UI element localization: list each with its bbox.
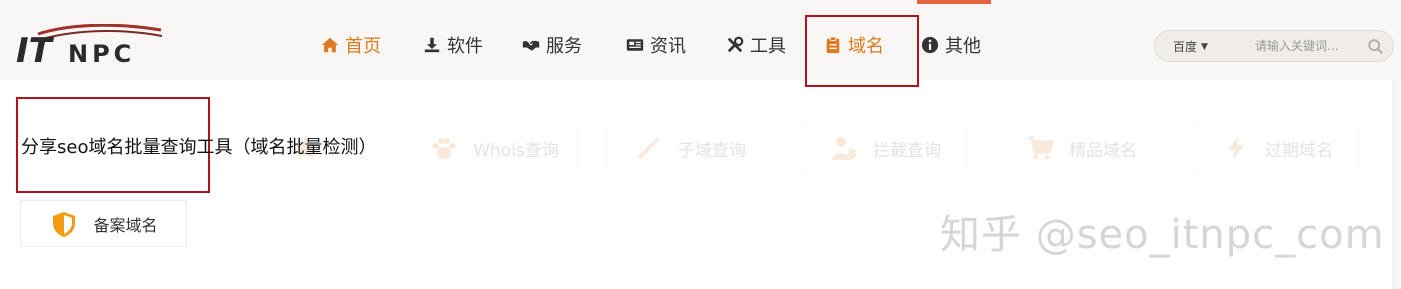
search-icon[interactable] — [1367, 38, 1385, 56]
handshake-icon — [522, 36, 540, 54]
nav-item-home[interactable]: 首页 — [321, 32, 381, 58]
tool-label-whois: Whois查询 — [473, 140, 559, 161]
newspaper-icon — [626, 36, 644, 54]
magic-wand-icon — [634, 133, 664, 163]
page-scrollbar[interactable] — [1392, 80, 1401, 289]
shield-icon — [49, 209, 79, 239]
tool-card-record-domain[interactable]: 备案域名 — [20, 200, 187, 247]
nav-item-software[interactable]: 软件 — [423, 32, 483, 58]
download-icon — [423, 36, 441, 54]
nav-item-services[interactable]: 服务 — [522, 32, 582, 58]
nav-item-other[interactable]: 其他 — [921, 32, 981, 58]
nav-label-news: 资讯 — [650, 36, 686, 57]
top-accent-bar — [917, 0, 991, 4]
nav-label-home: 首页 — [345, 36, 381, 57]
nav-label-services: 服务 — [546, 36, 582, 57]
chevron-down-icon: ▼ — [1201, 41, 1208, 52]
highlight-box-nav-domain — [805, 15, 919, 87]
logo-text-npc: NPC — [68, 40, 135, 68]
nav-label-tools: 工具 — [750, 36, 786, 57]
nav-item-tools[interactable]: 工具 — [726, 32, 786, 58]
nav-item-news[interactable]: 资讯 — [626, 32, 686, 58]
search-box: 百度 ▼ — [1154, 30, 1394, 62]
tool-card-whois[interactable]: Whois查询 — [411, 124, 577, 172]
nav-label-software: 软件 — [447, 36, 483, 57]
search-input[interactable] — [1255, 36, 1365, 56]
nav-label-other: 其他 — [945, 36, 981, 57]
zhihu-watermark: 知乎 @seo_itnpc_com — [940, 212, 1385, 258]
tool-card-subdomain[interactable]: 子域查询 — [607, 124, 773, 172]
paw-icon — [429, 133, 459, 163]
tool-card-expired-domains[interactable]: 过期域名 — [1194, 124, 1360, 172]
tool-card-block-check[interactable]: 拦截查询 — [802, 124, 968, 172]
tool-label-subdomain: 子域查询 — [678, 140, 746, 161]
bolt-icon — [1221, 133, 1251, 163]
search-engine-select[interactable]: 百度 ▼ — [1173, 38, 1208, 55]
tools-icon — [726, 36, 744, 54]
search-engine-label: 百度 — [1173, 40, 1198, 54]
tool-label-expired-domains: 过期域名 — [1265, 140, 1333, 161]
info-icon — [921, 36, 939, 54]
site-logo[interactable]: IT NPC — [16, 23, 166, 71]
user-shield-icon — [829, 133, 859, 163]
logo-text-it: IT — [16, 31, 55, 68]
tool-label-block-check: 拦截查询 — [873, 140, 941, 161]
tool-label-premium-domains: 精品域名 — [1069, 140, 1137, 161]
page-title: 分享seo域名批量查询工具（域名批量检测） — [21, 137, 377, 158]
home-icon — [321, 36, 339, 54]
cart-icon — [1025, 133, 1055, 163]
tool-card-premium-domains[interactable]: 精品域名 — [998, 124, 1164, 172]
tool-label-record-domain: 备案域名 — [93, 215, 158, 235]
